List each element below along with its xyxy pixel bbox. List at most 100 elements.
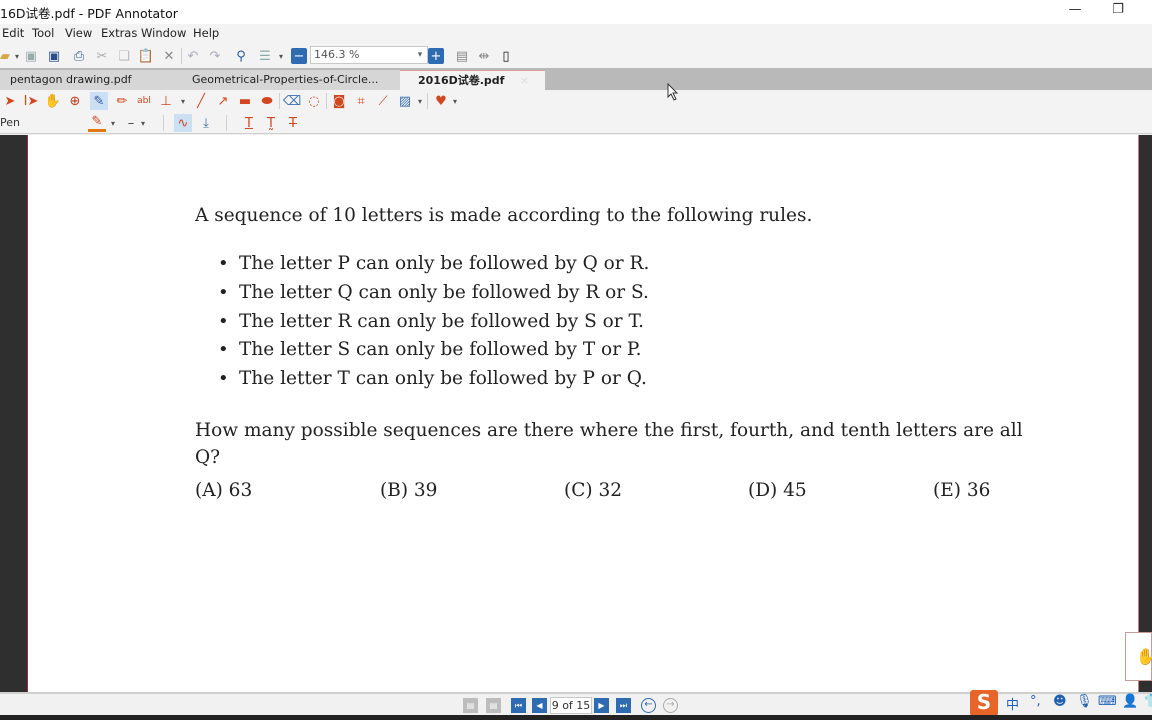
window-title: 16D试卷.pdf - PDF Annotator xyxy=(0,6,178,21)
squiggly-underline-icon[interactable]: T̰ xyxy=(262,114,280,132)
document-workspace: A sequence of 10 letters is made accordi… xyxy=(0,135,1152,692)
rules-list: The letter P can only be followed by Q o… xyxy=(218,253,649,397)
ellipse-icon[interactable]: ⬬ xyxy=(258,92,276,110)
taskbar-strip xyxy=(0,715,1152,720)
line-icon[interactable]: ╱ xyxy=(192,92,210,110)
keyboard-icon[interactable]: ⌨ xyxy=(1098,694,1117,709)
pdf-page: A sequence of 10 letters is made accordi… xyxy=(27,135,1139,692)
toolbar-separator xyxy=(326,93,327,109)
menu-view[interactable]: View xyxy=(65,26,92,40)
tab-label: Geometrical-Properties-of-Circle... xyxy=(192,73,379,86)
forward-history-icon[interactable]: → xyxy=(663,698,678,713)
close-tab-icon[interactable]: × xyxy=(520,71,529,91)
rule-item: The letter R can only be followed by S o… xyxy=(218,311,649,340)
favorites-dropdown-icon[interactable]: ▾ xyxy=(446,92,464,110)
ime-mode-chinese[interactable]: 中 xyxy=(1006,694,1019,713)
print-preview-icon[interactable]: ▤ xyxy=(486,698,501,713)
rectangle-icon[interactable]: ▬ xyxy=(236,92,254,110)
layout-dropdown-icon[interactable]: ▾ xyxy=(272,47,290,65)
hand-icon: ✋ xyxy=(1136,647,1152,666)
answer-choices: (A) 63 (B) 39 (C) 32 (D) 45 (E) 36 xyxy=(195,480,1025,506)
restore-button[interactable]: ❐ xyxy=(1103,2,1133,22)
toolbar-separator xyxy=(226,115,227,131)
main-toolbar: ▰ ▾ ▣ ▣ ⎙ ✂ ❏ 📋 ✕ ↶ ↷ ⚲ ☰ ▾ − + ▤ ⇹ ▯ xyxy=(0,44,1152,68)
zoom-tool-icon[interactable]: ⊕ xyxy=(66,92,84,110)
annotation-toolbar: ➤ I➤ ✋ ⊕ ✎ ✏ abl ⊥ ▾ ╱ ↗ ▬ ⬬ ⌫ ◌ ◙ ⌗ ⟋ ▨… xyxy=(0,90,1152,112)
smooth-line-icon[interactable]: ∿ xyxy=(174,114,192,132)
menu-window[interactable]: Window xyxy=(141,26,186,40)
choice-a: (A) 63 xyxy=(195,480,253,501)
zoom-level-select[interactable]: 146.3 % ▾ xyxy=(310,46,428,64)
cut-icon[interactable]: ✂ xyxy=(93,47,111,65)
color-dropdown-icon[interactable]: ▾ xyxy=(104,114,122,132)
stamp-dropdown-icon[interactable]: ▾ xyxy=(174,92,192,110)
rule-item: The letter P can only be followed by Q o… xyxy=(218,253,649,282)
save-icon[interactable]: ▣ xyxy=(22,47,40,65)
paste-icon[interactable]: 📋 xyxy=(137,47,155,65)
back-history-icon[interactable]: ← xyxy=(641,698,656,713)
ime-punctuation[interactable]: °, xyxy=(1030,694,1041,709)
arrow-icon[interactable]: ↗ xyxy=(214,92,232,110)
document-tab-bar: pentagon drawing.pdf Geometrical-Propert… xyxy=(0,68,1152,90)
hand-pan-icon[interactable]: ✋ xyxy=(44,92,62,110)
copy-icon[interactable]: ❏ xyxy=(115,47,133,65)
find-binoculars-icon[interactable]: ⚲ xyxy=(232,47,250,65)
last-page-button[interactable]: ⏭ xyxy=(616,698,631,713)
crop-icon[interactable]: ⌗ xyxy=(352,92,370,110)
menu-tool[interactable]: Tool xyxy=(32,26,54,40)
tool-options-bar: Pen ✎ ▾ – ▾ ∿ ⤓ T T̰ T xyxy=(0,112,1152,134)
first-page-button[interactable]: ⏮ xyxy=(511,698,526,713)
lasso-icon[interactable]: ◌ xyxy=(305,92,323,110)
fit-width-icon[interactable]: ⇹ xyxy=(475,47,493,65)
chevron-down-icon[interactable]: ▾ xyxy=(414,47,426,63)
sogou-logo-icon[interactable]: S xyxy=(970,690,998,716)
camera-snapshot-icon[interactable]: ◙ xyxy=(330,92,348,110)
toolbar-separator xyxy=(427,93,428,109)
menu-extras[interactable]: Extras xyxy=(101,26,137,40)
sticky-note-annotation[interactable]: ✋ xyxy=(1125,632,1152,681)
page-number-input[interactable]: 9 of 15 xyxy=(550,697,592,714)
underline-text-icon[interactable]: T xyxy=(240,114,258,132)
redo-icon[interactable]: ↷ xyxy=(206,47,224,65)
page-indicator: 9 of 15 xyxy=(551,699,591,712)
tab-2016d[interactable]: 2016D试卷.pdf × xyxy=(400,70,545,90)
snap-icon[interactable]: ⤓ xyxy=(197,114,215,132)
mouse-cursor-icon xyxy=(667,83,679,101)
skin-shirt-icon[interactable]: 👕 xyxy=(1144,694,1152,709)
menu-help[interactable]: Help xyxy=(193,26,219,40)
eraser-icon[interactable]: ⌫ xyxy=(283,92,301,110)
rule-item: The letter Q can only be followed by R o… xyxy=(218,282,649,311)
toolbar-separator xyxy=(279,93,280,109)
zoom-level-value: 146.3 % xyxy=(314,48,360,61)
menu-edit[interactable]: Edit xyxy=(2,26,24,40)
undo-icon[interactable]: ↶ xyxy=(184,47,202,65)
tab-label: pentagon drawing.pdf xyxy=(10,73,132,86)
ruler-icon[interactable]: ⟋ xyxy=(374,92,392,110)
minimize-button[interactable]: — xyxy=(1060,2,1090,22)
strikeout-text-icon[interactable]: T xyxy=(284,114,302,132)
microphone-icon[interactable]: 🎙 xyxy=(1076,694,1093,709)
next-page-button[interactable]: ▶ xyxy=(594,698,609,713)
emoji-icon[interactable]: ☻ xyxy=(1053,694,1067,709)
user-icon[interactable]: 👤 xyxy=(1122,694,1138,709)
highlighter-icon[interactable]: ✏ xyxy=(113,92,131,110)
previous-page-button[interactable]: ◀ xyxy=(532,698,547,713)
pen-tool-icon[interactable]: ✎ xyxy=(90,92,108,110)
toolbar-separator xyxy=(163,115,164,131)
text-select-icon[interactable]: I➤ xyxy=(22,92,40,110)
stamp-icon[interactable]: ⊥ xyxy=(157,92,175,110)
print-icon[interactable]: ⎙ xyxy=(70,47,88,65)
select-arrow-icon[interactable]: ➤ xyxy=(1,92,19,110)
rule-item: The letter T can only be followed by P o… xyxy=(218,368,649,397)
zoom-in-icon[interactable]: + xyxy=(428,48,444,64)
print-page-icon[interactable]: ▤ xyxy=(463,698,478,713)
tab-pentagon-drawing[interactable]: pentagon drawing.pdf xyxy=(0,70,160,90)
text-box-icon[interactable]: abl xyxy=(135,92,153,110)
tab-geometrical-properties[interactable]: Geometrical-Properties-of-Circle... xyxy=(160,70,400,90)
delete-icon[interactable]: ✕ xyxy=(160,47,178,65)
full-screen-icon[interactable]: ▯ xyxy=(497,47,515,65)
fit-page-icon[interactable]: ▤ xyxy=(453,47,471,65)
width-dropdown-icon[interactable]: ▾ xyxy=(134,114,152,132)
zoom-out-icon[interactable]: − xyxy=(291,48,307,64)
save-as-icon[interactable]: ▣ xyxy=(45,47,63,65)
